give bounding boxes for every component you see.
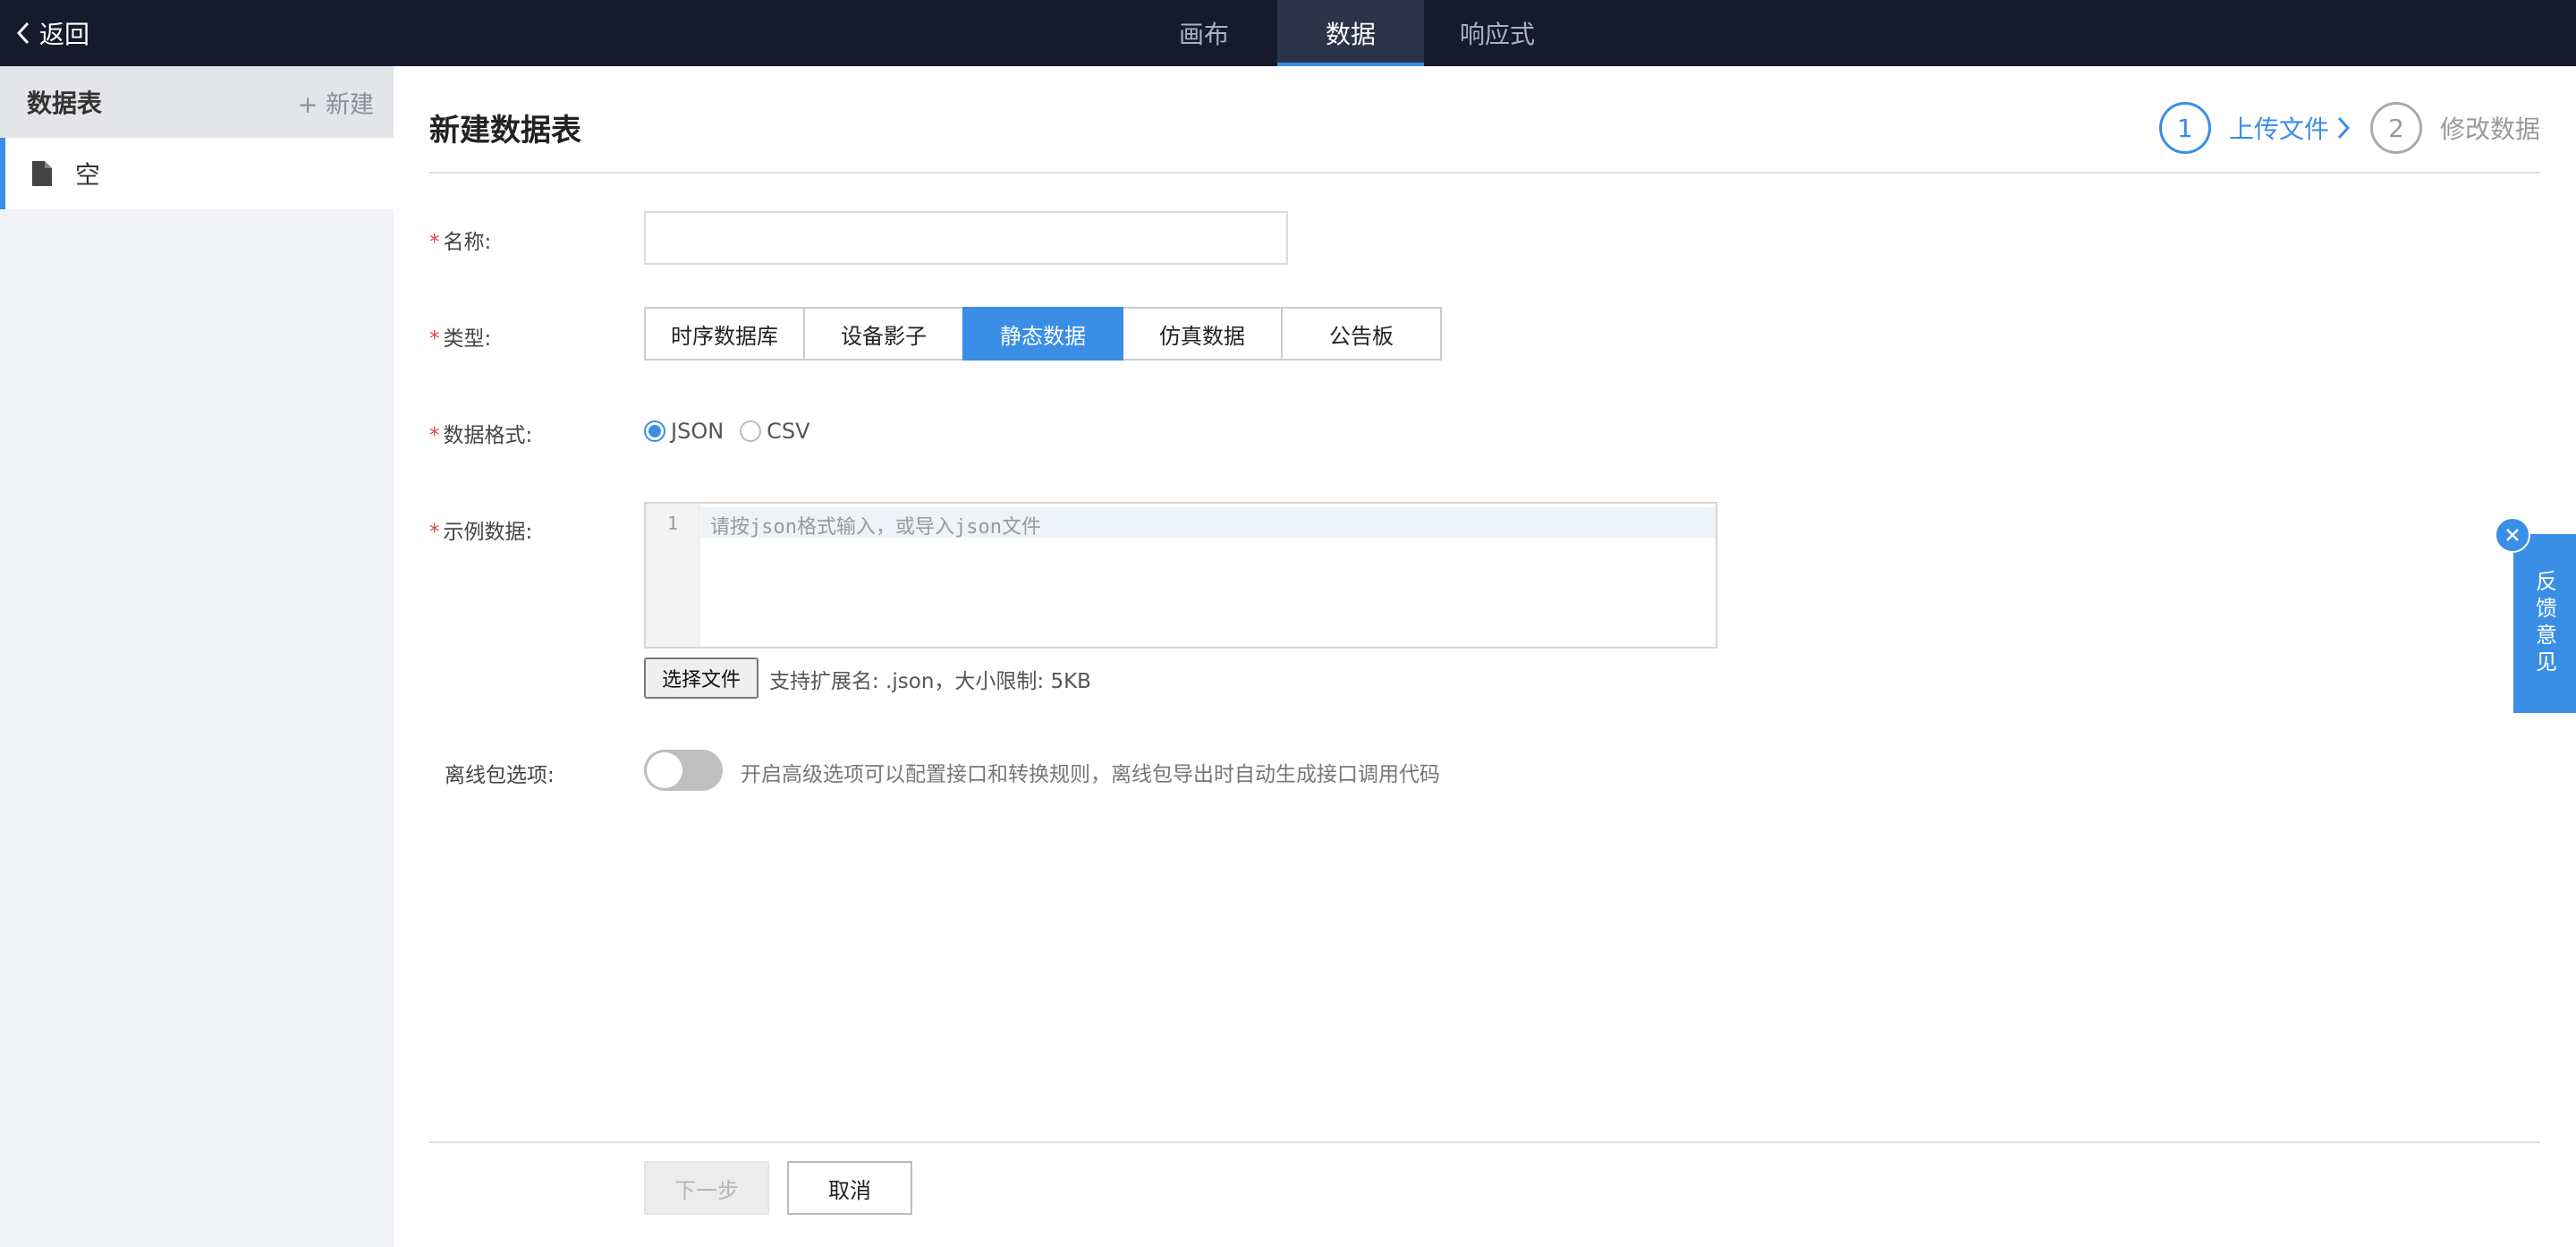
feedback-tab[interactable]: 反馈意见 bbox=[2513, 534, 2576, 713]
offline-label: 离线包选项: bbox=[445, 764, 555, 787]
sidebar-title: 数据表 bbox=[27, 89, 103, 118]
sample-data-label: * 示例数据: bbox=[429, 521, 533, 544]
format-radio-csv[interactable]: CSV bbox=[740, 419, 810, 444]
cancel-button[interactable]: 取消 bbox=[787, 1161, 912, 1215]
chevron-left-icon bbox=[16, 21, 30, 45]
sidebar-header: 数据表 + 新建 bbox=[0, 66, 394, 138]
type-option-simulation[interactable]: 仿真数据 bbox=[1122, 307, 1283, 361]
tab-canvas[interactable]: 画布 bbox=[1131, 0, 1277, 66]
back-button[interactable]: 返回 bbox=[16, 0, 89, 66]
type-option-timeseries[interactable]: 时序数据库 bbox=[644, 307, 805, 361]
back-label: 返回 bbox=[39, 20, 90, 49]
step-indicator: 1 上传文件 2 修改数据 bbox=[2158, 102, 2540, 154]
page-title: 新建数据表 bbox=[429, 113, 581, 148]
tab-label: 响应式 bbox=[1459, 20, 1535, 49]
type-selector: 时序数据库 设备影子 静态数据 仿真数据 公告板 bbox=[644, 307, 1442, 361]
radio-dot bbox=[740, 420, 762, 442]
next-step-button[interactable]: 下一步 bbox=[644, 1161, 769, 1215]
type-option-bulletin[interactable]: 公告板 bbox=[1281, 307, 1442, 361]
type-option-static-data[interactable]: 静态数据 bbox=[962, 307, 1123, 361]
format-radio-json[interactable]: JSON bbox=[644, 419, 724, 444]
editor-placeholder: 请按json格式输入，或导入json文件 bbox=[710, 516, 1041, 539]
offline-toggle[interactable] bbox=[644, 750, 723, 791]
main-panel: 新建数据表 1 上传文件 2 修改数据 * 名称: * 类型: 时序数据库 设备影子… bbox=[394, 66, 2576, 1247]
offline-hint: 开启高级选项可以配置接口和转换规则，离线包导出时自动生成接口调用代码 bbox=[741, 763, 1440, 786]
sidebar-item-empty[interactable]: 空 bbox=[0, 138, 394, 209]
choose-file-button[interactable]: 选择文件 bbox=[644, 657, 758, 699]
type-label: * 类型: bbox=[429, 327, 492, 351]
tab-label: 画布 bbox=[1178, 20, 1229, 49]
tab-responsive[interactable]: 响应式 bbox=[1424, 0, 1571, 66]
format-label: * 数据格式: bbox=[429, 424, 533, 447]
tab-label: 数据 bbox=[1325, 20, 1376, 49]
top-navigation-bar: 返回 画布 数据 响应式 bbox=[0, 0, 2576, 66]
sample-data-editor[interactable]: 1 请按json格式输入，或导入json文件 bbox=[644, 502, 1717, 649]
radio-label: CSV bbox=[767, 419, 810, 444]
name-input[interactable] bbox=[644, 211, 1288, 265]
step-1-circle: 1 bbox=[2158, 102, 2211, 154]
step-2-label: 修改数据 bbox=[2439, 115, 2540, 144]
radio-dot bbox=[644, 420, 665, 442]
format-radio-group: JSON CSV bbox=[644, 419, 826, 444]
toggle-knob bbox=[647, 752, 682, 788]
header-divider bbox=[429, 172, 2540, 174]
sidebar-item-label: 空 bbox=[75, 160, 101, 190]
feedback-close-button[interactable] bbox=[2495, 517, 2530, 553]
step-2-circle: 2 bbox=[2369, 102, 2422, 154]
close-icon bbox=[2506, 529, 2519, 541]
tab-data[interactable]: 数据 bbox=[1277, 0, 1424, 66]
step-1-label: 上传文件 bbox=[2228, 115, 2329, 144]
name-label: * 名称: bbox=[429, 231, 492, 254]
sidebar: 数据表 + 新建 空 bbox=[0, 66, 394, 1247]
file-icon bbox=[32, 161, 52, 186]
type-option-device-shadow[interactable]: 设备影子 bbox=[803, 307, 964, 361]
footer-divider bbox=[429, 1141, 2540, 1143]
new-table-button[interactable]: + 新建 bbox=[298, 85, 374, 120]
line-number: 1 bbox=[666, 513, 679, 534]
chevron-right-icon bbox=[2337, 116, 2351, 140]
mode-tabs: 画布 数据 响应式 bbox=[1131, 0, 1571, 66]
file-hint: 支持扩展名: .json，大小限制: 5KB bbox=[769, 670, 1091, 693]
radio-label: JSON bbox=[671, 419, 724, 444]
